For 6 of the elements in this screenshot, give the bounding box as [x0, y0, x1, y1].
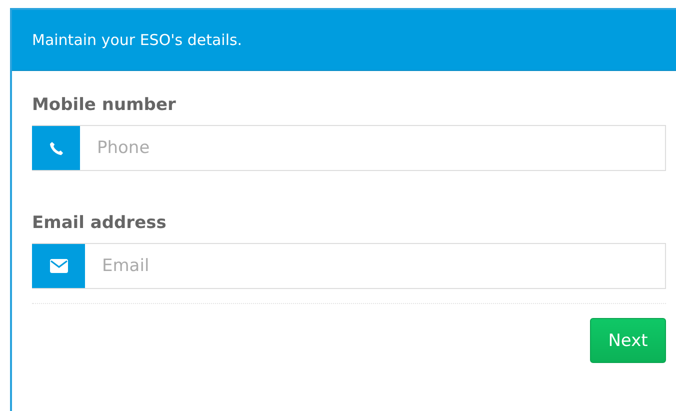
field-label: Mobile number	[32, 95, 177, 115]
field-label: Email address	[32, 213, 168, 233]
next-button[interactable]: Next	[590, 318, 666, 363]
envelope-icon	[50, 259, 68, 273]
header-title: Maintain your ESO's details.	[32, 31, 242, 49]
phone-icon	[48, 140, 64, 156]
